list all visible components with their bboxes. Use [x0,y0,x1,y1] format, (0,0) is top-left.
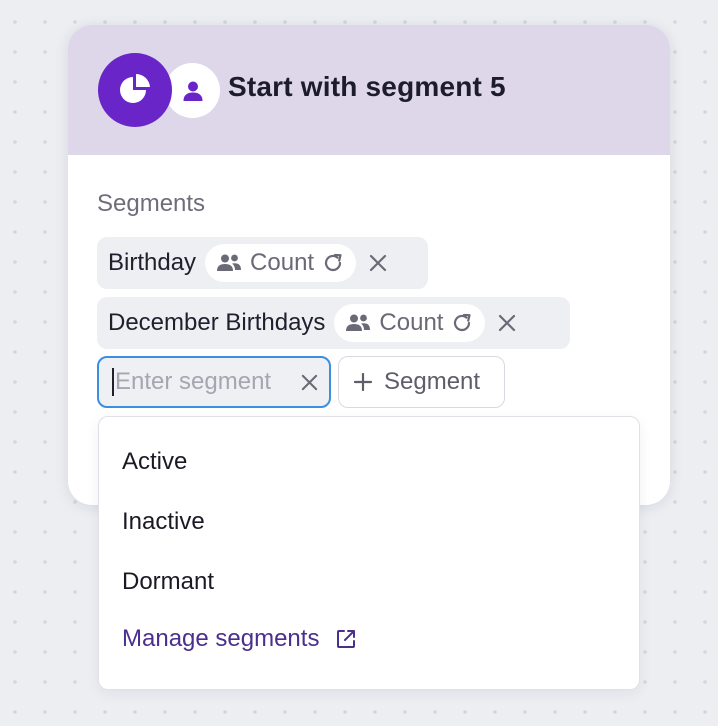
close-icon[interactable] [498,314,516,332]
segment-dropdown: Active Inactive Dormant Manage segments [98,416,640,690]
segment-chip-birthday: Birthday Count [97,237,428,289]
count-label: Count [250,249,315,276]
people-icon [345,313,371,333]
card-header: Start with segment 5 [68,25,670,155]
refresh-icon[interactable] [322,252,344,274]
close-icon[interactable] [301,374,318,391]
count-button[interactable]: Count [205,244,357,282]
count-button[interactable]: Count [334,304,486,342]
segment-chip-name: December Birthdays [108,309,326,336]
manage-segments-label: Manage segments [122,625,320,652]
segments-label: Segments [97,190,206,217]
plus-icon [353,372,373,392]
pie-chart-icon [98,53,172,127]
segment-input-wrapper [97,356,331,408]
add-segment-button[interactable]: Segment [338,356,505,408]
people-icon [216,253,242,273]
external-link-icon [335,628,357,650]
segment-chip-name: Birthday [108,249,197,276]
dropdown-option-inactive[interactable]: Inactive [122,508,205,536]
refresh-icon[interactable] [451,312,473,334]
segment-input[interactable] [112,368,293,396]
dropdown-option-active[interactable]: Active [122,448,187,476]
close-icon[interactable] [369,254,387,272]
add-segment-label: Segment [384,368,481,395]
dropdown-option-dormant[interactable]: Dormant [122,568,214,596]
segment-chip-december-birthdays: December Birthdays Count [97,297,570,349]
person-icon [165,63,220,118]
card-title: Start with segment 5 [228,71,506,102]
count-label: Count [379,309,444,336]
manage-segments-link[interactable]: Manage segments [122,625,357,653]
